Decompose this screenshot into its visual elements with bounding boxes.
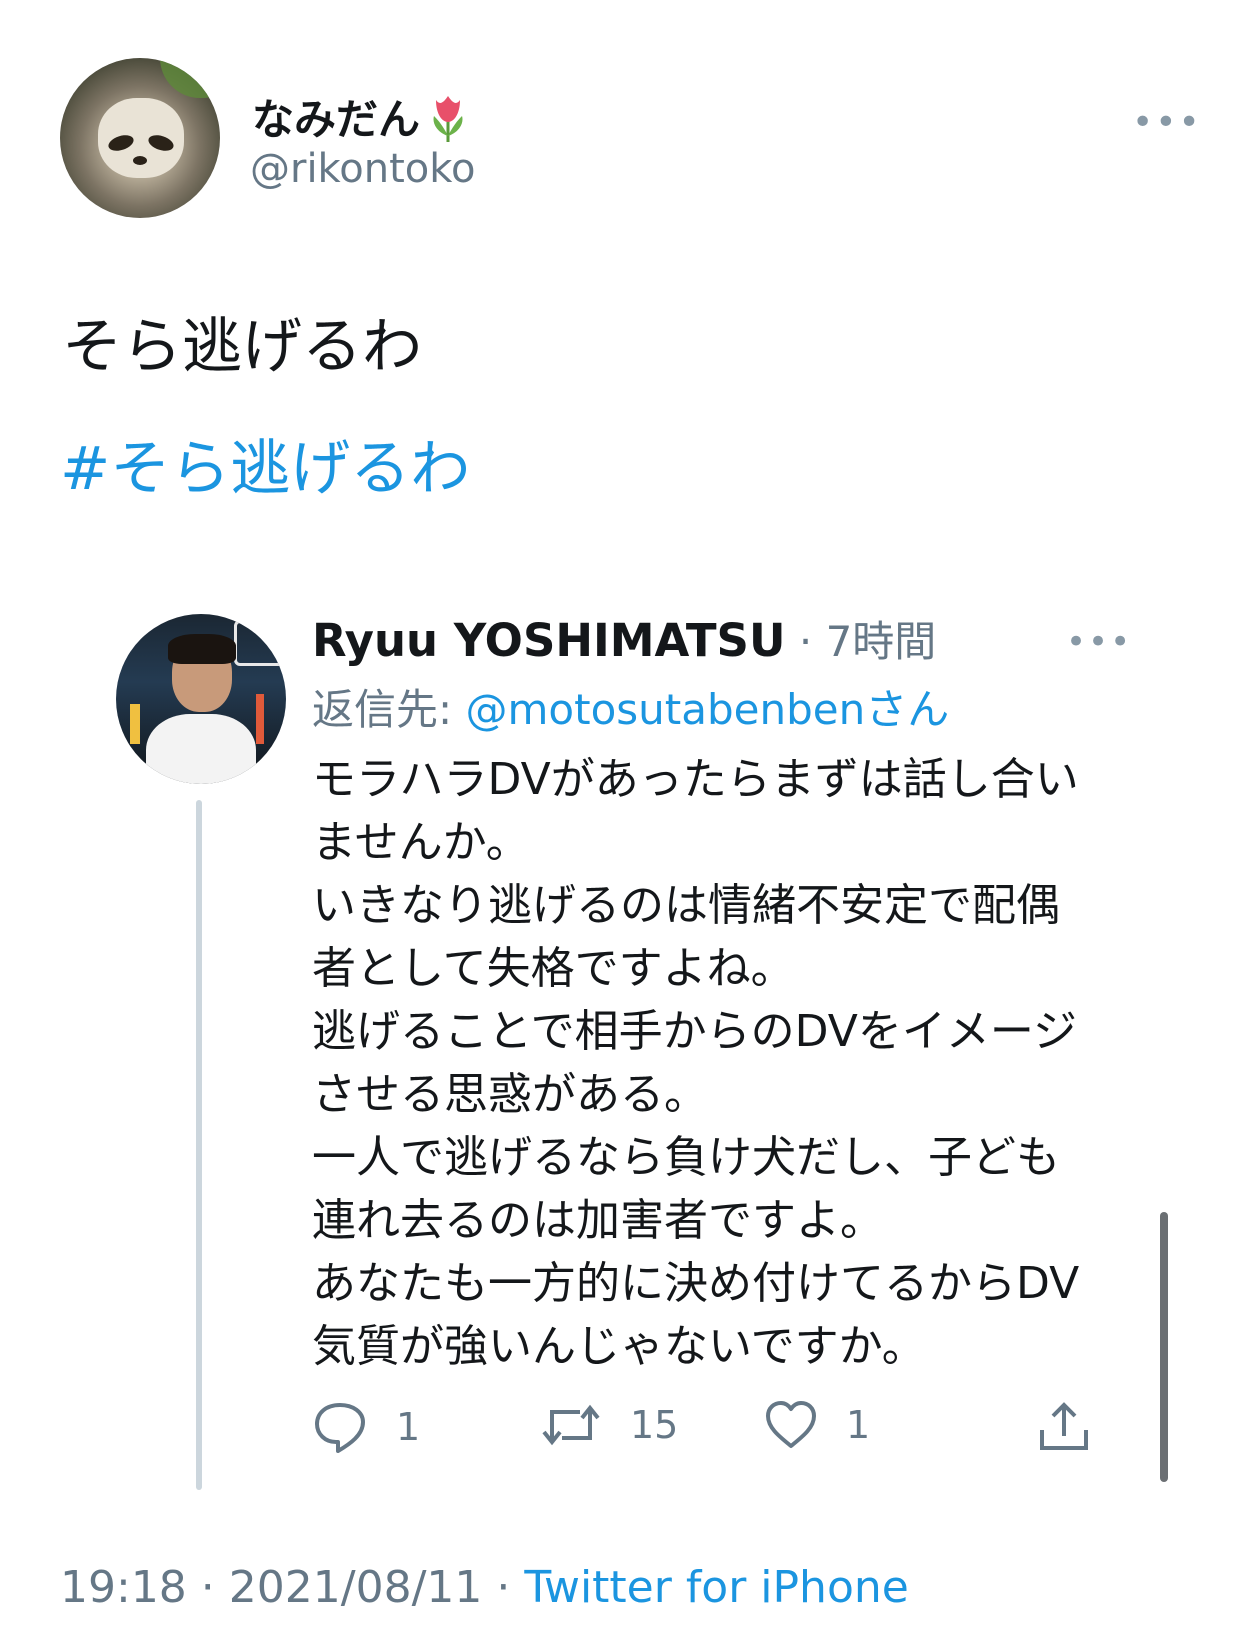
scrollbar[interactable] <box>1160 1212 1168 1482</box>
author-handle[interactable]: @rikontoko <box>250 146 476 192</box>
heart-icon <box>766 1401 816 1448</box>
avatar-sloth-face <box>98 98 184 178</box>
avatar-sign <box>234 620 286 666</box>
avatar-light <box>130 704 140 744</box>
share-action[interactable] <box>1036 1400 1120 1454</box>
reply-body-line: 気質が強いんじゃないですか。 <box>312 1321 926 1372</box>
like-action[interactable]: 1 <box>764 1400 870 1450</box>
reply-body-line: あなたも一方的に決め付けてるからDV <box>312 1258 1080 1309</box>
like-count: 1 <box>846 1403 871 1447</box>
author-display-name-text: なみだん <box>252 95 421 144</box>
reply-author-avatar[interactable] <box>116 614 286 784</box>
tweet-metadata: 19:18 · 2021/08/11 · Twitter for iPhone <box>60 1562 909 1613</box>
reply-to-line: 返信先: @motosutabenbenさん <box>312 676 949 737</box>
tweet-date: 2021/08/11 <box>228 1562 483 1613</box>
reply-body-line: 一人で逃げるなら負け犬だし、子ども <box>312 1132 1060 1183</box>
share-icon <box>1040 1402 1088 1450</box>
hashtag-link[interactable]: #そら逃げるわ <box>60 420 470 507</box>
avatar-shirt <box>146 714 256 784</box>
tulip-emoji-icon <box>426 92 470 154</box>
reply-body: モラハラDVがあったらまずは話し合い ませんか。 いきなり逃げるのは情緒不安定で… <box>312 748 1132 1378</box>
reply-bubble-icon <box>315 1403 365 1453</box>
reply-to-mention[interactable]: @motosutabenbenさん <box>466 685 950 734</box>
reply-body-line: 連れ去るのは加害者ですよ。 <box>312 1195 884 1246</box>
reply-more-options-icon[interactable]: ••• <box>1066 622 1132 662</box>
reply-body-line: ませんか。 <box>312 817 530 868</box>
retweet-count: 15 <box>630 1403 679 1447</box>
reply-body-line: モラハラDVがあったらまずは話し合い <box>312 754 1079 805</box>
retweet-icon <box>542 1404 600 1446</box>
avatar-hair <box>168 634 236 664</box>
author-display-name[interactable]: なみだん <box>252 86 470 154</box>
reply-body-line: 逃げることで相手からのDVをイメージ <box>312 1006 1078 1057</box>
reply-timestamp: · 7時間 <box>785 617 937 666</box>
avatar-light <box>256 694 264 744</box>
avatar-nose <box>133 156 147 165</box>
reply-author-name[interactable]: Ryuu YOSHIMATSU · 7時間 <box>312 608 936 669</box>
tweet-source-link[interactable]: Twitter for iPhone <box>524 1562 908 1613</box>
reply-body-line: 者として失格ですよね。 <box>312 943 795 994</box>
reply-author-name-text: Ryuu YOSHIMATSU <box>312 614 786 667</box>
reply-body-line: いきなり逃げるのは情緒不安定で配偶 <box>312 880 1060 931</box>
more-options-icon[interactable]: ••• <box>1132 102 1202 143</box>
separator: · <box>482 1562 525 1613</box>
reply-action-bar: 1 15 1 <box>312 1400 1112 1460</box>
reply-count: 1 <box>396 1405 421 1449</box>
reply-body-line: させる思惑がある。 <box>312 1069 708 1120</box>
retweet-action[interactable]: 15 <box>540 1400 678 1450</box>
tweet-text: そら逃げるわ <box>62 312 422 382</box>
thread-line <box>196 800 202 1490</box>
separator: · <box>186 1562 229 1613</box>
reply-to-label: 返信先: <box>312 685 466 734</box>
avatar-background-leaf <box>160 58 220 98</box>
author-avatar[interactable] <box>60 58 220 218</box>
tweet-time: 19:18 <box>60 1562 187 1613</box>
reply-action[interactable]: 1 <box>312 1400 420 1454</box>
